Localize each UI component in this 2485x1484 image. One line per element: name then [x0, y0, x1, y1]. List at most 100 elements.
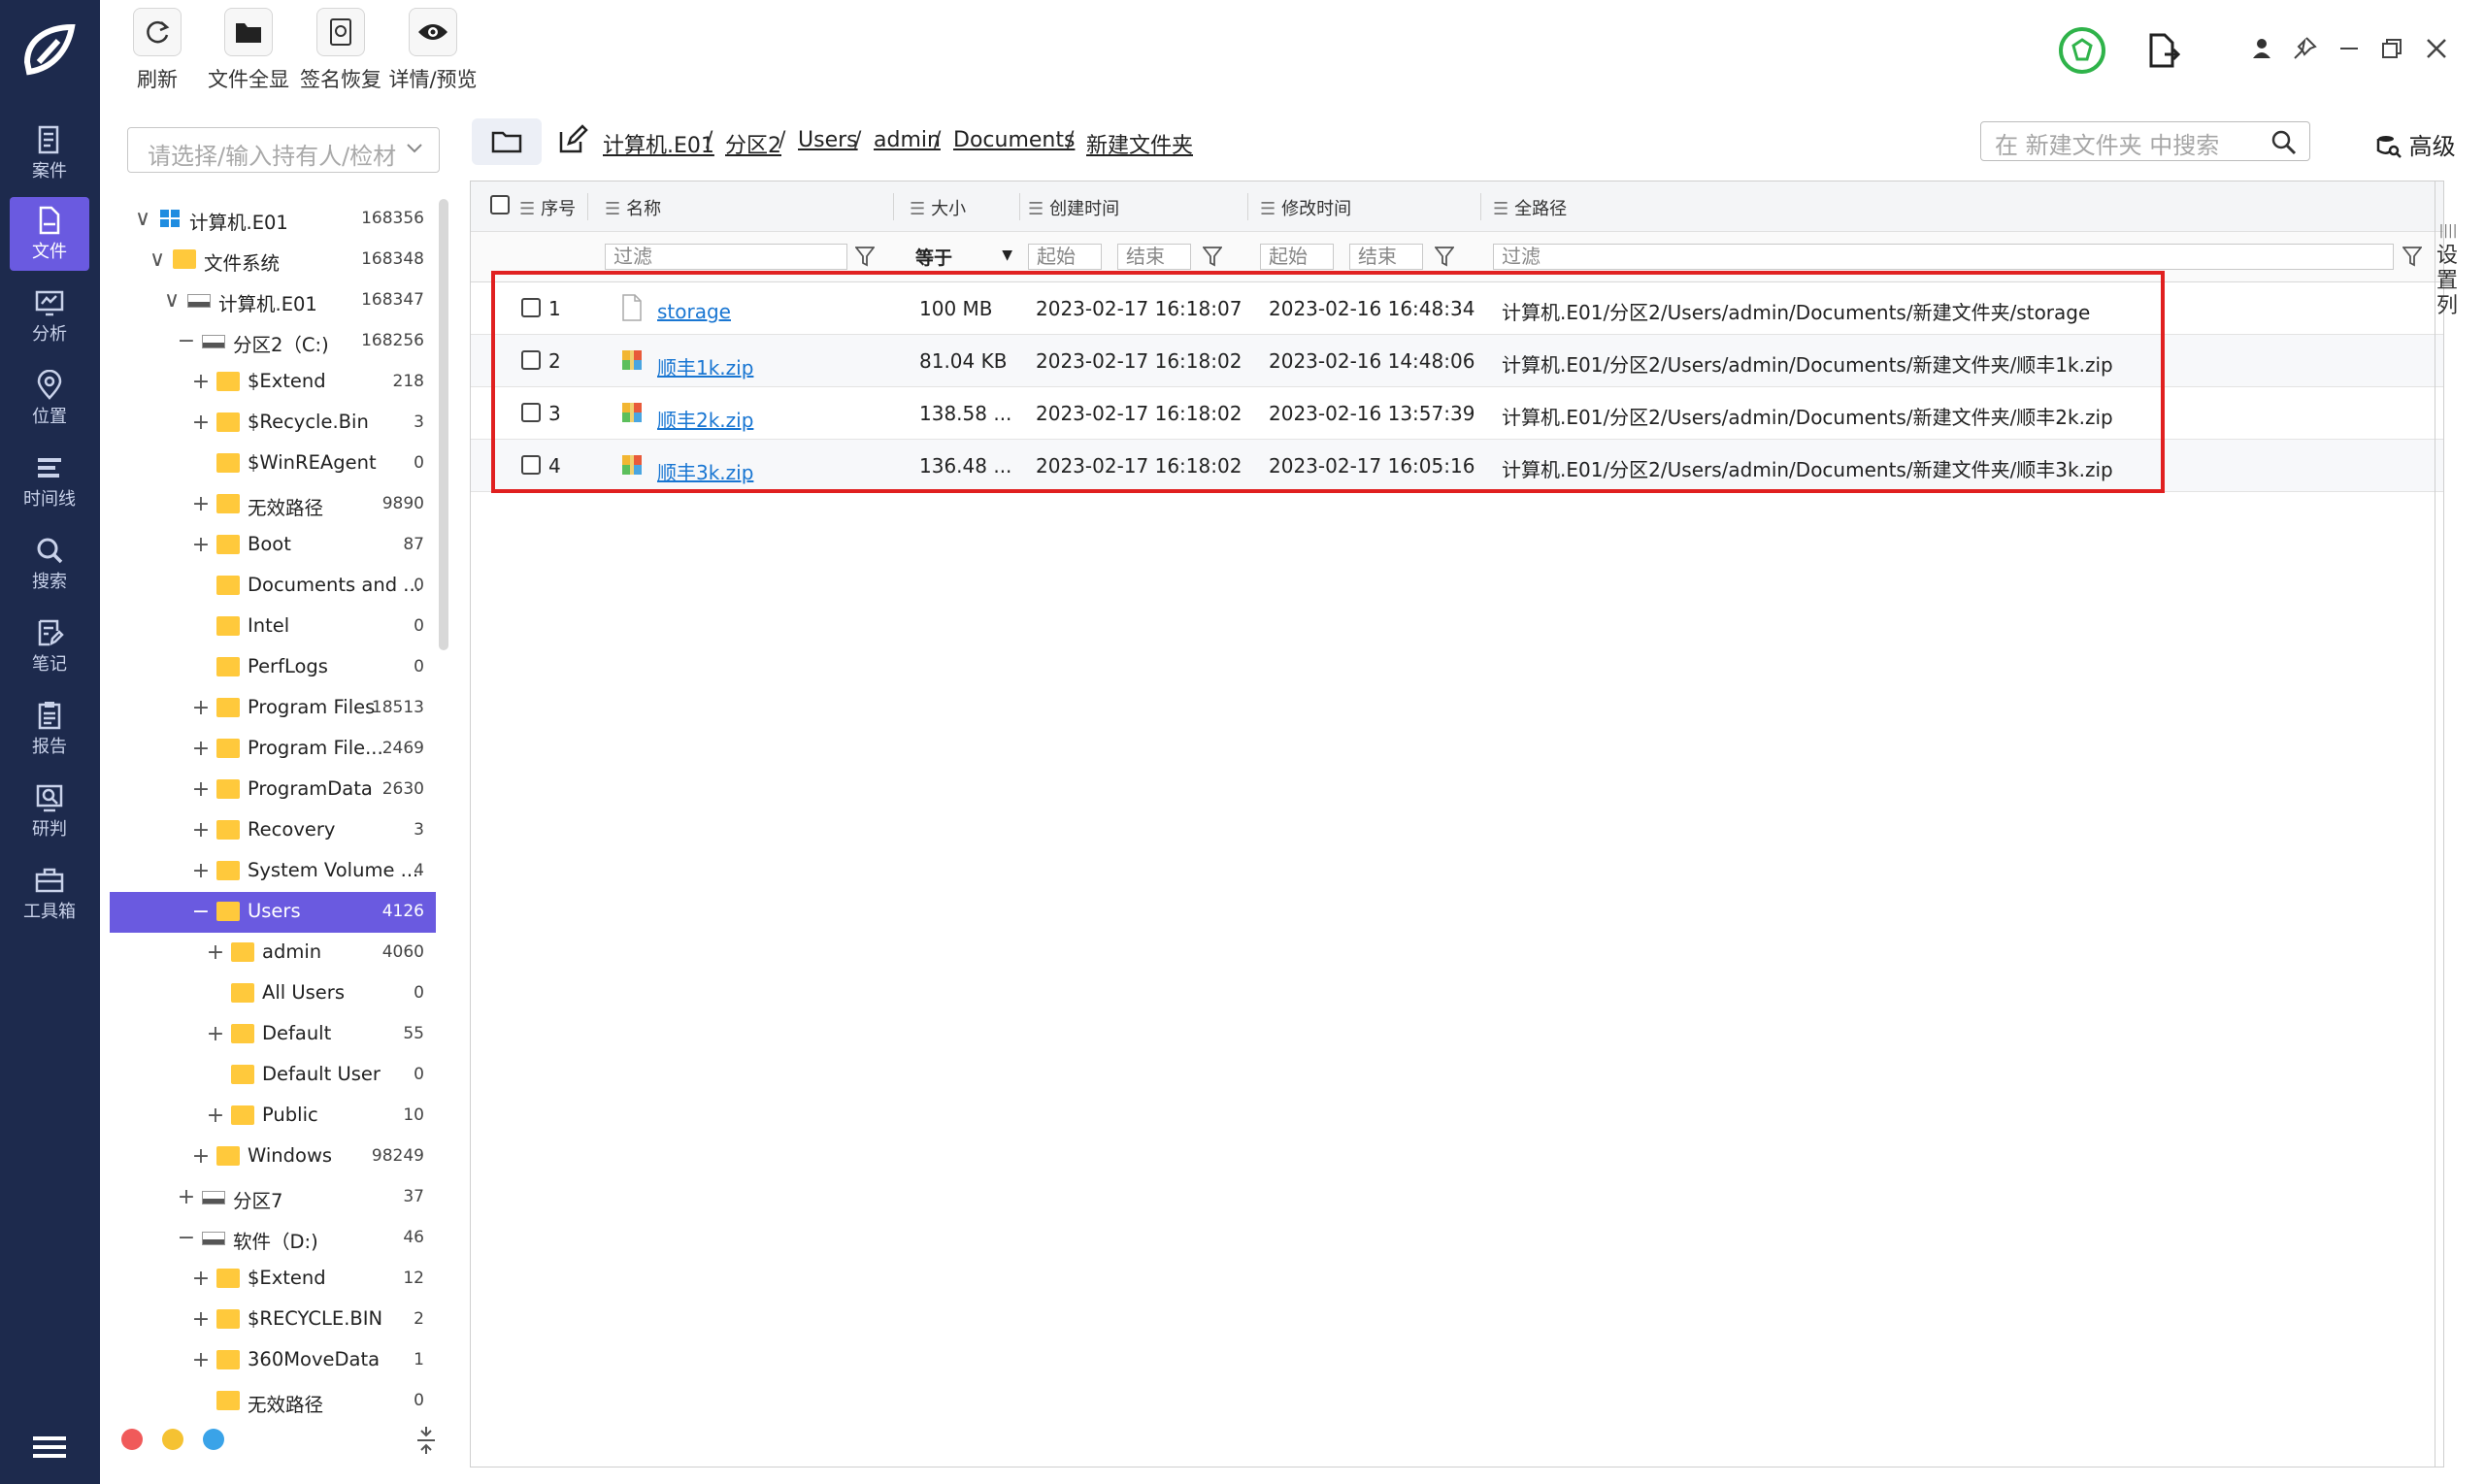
expand-toggle-icon[interactable]: ∨: [133, 207, 152, 231]
expand-toggle-icon[interactable]: +: [206, 1104, 225, 1128]
tree-scrollbar[interactable]: [439, 199, 448, 650]
expand-toggle-icon[interactable]: +: [191, 818, 211, 842]
expand-toggle-icon[interactable]: −: [177, 1226, 196, 1250]
tree-node[interactable]: + admin 4060: [110, 933, 436, 973]
col-index-header[interactable]: ☰ 序号: [519, 195, 576, 220]
settings-columns-button[interactable]: |||| 设置列: [2436, 218, 2460, 319]
shield-status-icon[interactable]: [2058, 26, 2106, 75]
col-created-header[interactable]: ☰ 创建时间: [1028, 195, 1119, 220]
expand-toggle-icon[interactable]: −: [177, 329, 196, 353]
minimize-icon[interactable]: [2336, 35, 2363, 62]
modified-start-input[interactable]: 起始: [1260, 244, 1334, 270]
rail-item-3[interactable]: 分析: [10, 280, 89, 353]
col-fullpath-header[interactable]: ☰ 全路径: [1493, 195, 1567, 220]
expand-toggle-icon[interactable]: +: [191, 533, 211, 557]
expand-toggle-icon[interactable]: +: [191, 737, 211, 761]
tree-node[interactable]: + Public 10: [110, 1096, 436, 1137]
breadcrumb-item[interactable]: 新建文件夹: [1086, 128, 1193, 159]
tree-node[interactable]: + System Volume ... 4: [110, 851, 436, 892]
rail-item-10[interactable]: 工具箱: [10, 857, 89, 931]
tree-node[interactable]: + 无效路径 9890: [110, 484, 436, 525]
rail-item-4[interactable]: 位置: [10, 362, 89, 436]
funnel-icon[interactable]: [1435, 246, 1454, 267]
expand-toggle-icon[interactable]: ∨: [162, 288, 182, 313]
expand-toggle-icon[interactable]: +: [191, 1348, 211, 1372]
folder-search-input[interactable]: 在 新建文件夹 中搜索: [1980, 121, 2310, 161]
show-all-files-button[interactable]: 文件全显: [195, 8, 302, 93]
signature-recover-button[interactable]: 签名恢复: [287, 8, 394, 93]
expand-toggle-icon[interactable]: +: [206, 940, 225, 965]
expand-toggle-icon[interactable]: +: [191, 411, 211, 435]
expand-toggle-icon[interactable]: −: [191, 900, 211, 924]
rail-item-1[interactable]: 案件: [10, 116, 89, 190]
tree-node[interactable]: − 软件（D:) 46: [110, 1218, 436, 1259]
expand-toggle-icon[interactable]: +: [191, 1307, 211, 1332]
col-name-header[interactable]: ☰ 名称: [605, 195, 661, 220]
export-file-icon[interactable]: [2147, 33, 2180, 70]
breadcrumb-item[interactable]: 计算机.E01: [603, 128, 714, 159]
tree-node[interactable]: + Windows 98249: [110, 1137, 436, 1177]
edit-path-icon[interactable]: [557, 124, 588, 155]
name-filter-input[interactable]: 过滤: [605, 244, 847, 270]
breadcrumb-item[interactable]: Users: [798, 128, 858, 152]
tree-node[interactable]: Default User 0: [110, 1055, 436, 1096]
menu-icon[interactable]: [33, 1435, 66, 1460]
restore-icon[interactable]: [2378, 35, 2405, 62]
expand-toggle-icon[interactable]: +: [191, 370, 211, 394]
size-operator-select[interactable]: 等于 ▼: [915, 244, 1012, 270]
tree-node[interactable]: ∨ 文件系统 168348: [110, 240, 436, 280]
tree-node[interactable]: − Users 4126: [110, 892, 436, 933]
modified-end-input[interactable]: 结束: [1349, 244, 1423, 270]
funnel-icon[interactable]: [2402, 246, 2422, 267]
expand-toggle-icon[interactable]: +: [191, 859, 211, 883]
expand-toggle-icon[interactable]: +: [191, 1144, 211, 1169]
rail-item-8[interactable]: 报告: [10, 692, 89, 766]
tree-node[interactable]: − 分区2（C:) 168256: [110, 321, 436, 362]
folder-view-button[interactable]: [472, 118, 542, 165]
collapse-all-icon[interactable]: [415, 1425, 437, 1456]
tree-node[interactable]: ∨ 计算机.E01 168347: [110, 280, 436, 321]
funnel-icon[interactable]: [1203, 246, 1222, 267]
tree-node[interactable]: Intel 0: [110, 607, 436, 647]
tree-node[interactable]: + $RECYCLE.BIN 2: [110, 1300, 436, 1340]
expand-toggle-icon[interactable]: +: [206, 1022, 225, 1046]
rail-item-2[interactable]: 文件: [10, 197, 89, 271]
path-filter-input[interactable]: 过滤: [1493, 244, 2394, 270]
holder-evidence-select[interactable]: 请选择/输入持有人/检材: [127, 127, 440, 173]
tree-node[interactable]: $WinREAgent 0: [110, 444, 436, 484]
expand-toggle-icon[interactable]: +: [191, 696, 211, 720]
tree-node[interactable]: + Default 55: [110, 1014, 436, 1055]
funnel-icon[interactable]: [855, 246, 875, 267]
tree-node[interactable]: + $Extend 12: [110, 1259, 436, 1300]
expand-toggle-icon[interactable]: +: [191, 1267, 211, 1291]
expand-toggle-icon[interactable]: +: [191, 492, 211, 516]
created-end-input[interactable]: 结束: [1117, 244, 1191, 270]
created-start-input[interactable]: 起始: [1028, 244, 1102, 270]
rail-item-5[interactable]: 时间线: [10, 445, 89, 518]
rail-item-6[interactable]: 搜索: [10, 527, 89, 601]
tree-node[interactable]: PerfLogs 0: [110, 647, 436, 688]
user-icon[interactable]: [2248, 35, 2275, 62]
select-all-checkbox[interactable]: [490, 195, 510, 214]
expand-toggle-icon[interactable]: ∨: [148, 247, 167, 272]
pin-icon[interactable]: [2291, 35, 2318, 62]
tree-node[interactable]: + 分区7 37: [110, 1177, 436, 1218]
tree-node[interactable]: 无效路径 0: [110, 1381, 436, 1422]
tree-node[interactable]: + Program Files 18513: [110, 688, 436, 729]
breadcrumb-item[interactable]: 分区2: [725, 128, 781, 159]
tree-node[interactable]: + $Extend 218: [110, 362, 436, 403]
tree-node[interactable]: + Boot 87: [110, 525, 436, 566]
tree-node[interactable]: +360MoveData 1: [110, 1340, 436, 1381]
tree-node[interactable]: Documents and ... 0: [110, 566, 436, 607]
tree-node[interactable]: ∨ 计算机.E01 168356: [110, 199, 436, 240]
close-icon[interactable]: [2423, 35, 2450, 62]
tree-node[interactable]: + $Recycle.Bin 3: [110, 403, 436, 444]
col-modified-header[interactable]: ☰ 修改时间: [1260, 195, 1351, 220]
expand-toggle-icon[interactable]: +: [177, 1185, 196, 1209]
advanced-search-button[interactable]: 高级: [2376, 127, 2456, 161]
detail-preview-button[interactable]: 详情/预览: [380, 8, 486, 93]
col-size-header[interactable]: ☰ 大小: [910, 195, 966, 220]
rail-item-7[interactable]: 笔记: [10, 610, 89, 683]
tree-node[interactable]: + Program File... 2469: [110, 729, 436, 770]
search-icon[interactable]: [2270, 129, 2298, 156]
